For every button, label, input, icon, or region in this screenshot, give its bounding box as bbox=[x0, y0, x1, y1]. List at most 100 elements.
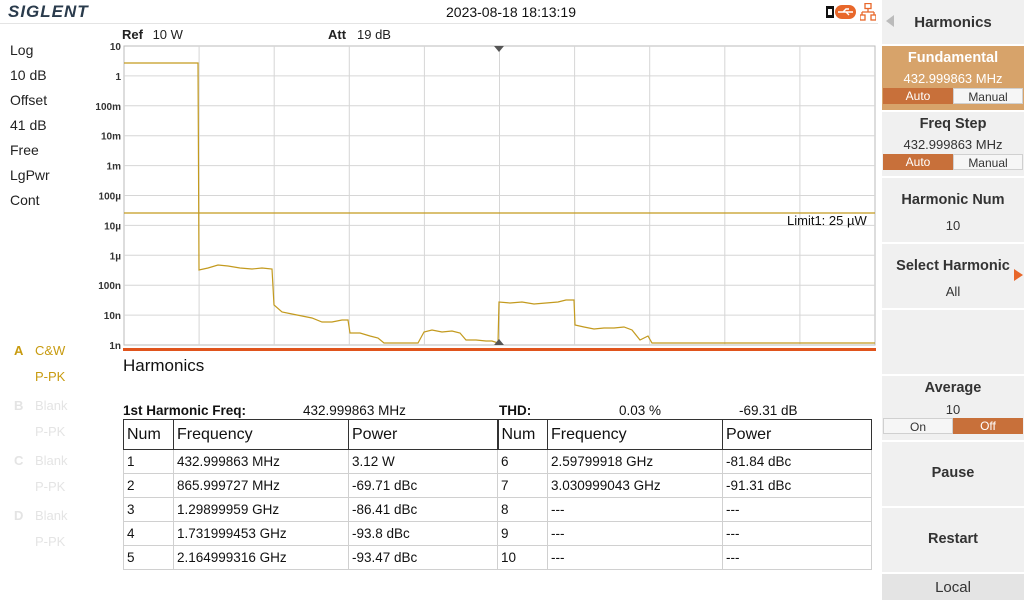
trace-c[interactable]: C Blank P-PK bbox=[0, 453, 110, 503]
harmonic-num: 5 bbox=[123, 545, 174, 570]
harmonic-freq: 432.999863 MHz bbox=[173, 449, 349, 474]
fundamental-manual[interactable]: Manual bbox=[953, 88, 1023, 104]
softkey-menu: Harmonics Fundamental 432.999863 MHz Aut… bbox=[882, 0, 1024, 600]
trace-letter: C bbox=[14, 453, 24, 468]
table-row: 4 1.731999453 GHz -93.8 dBc 9 --- --- bbox=[123, 521, 872, 546]
column-header: Power bbox=[722, 419, 872, 450]
harmonic-power: -91.31 dBc bbox=[722, 473, 872, 498]
y-axis-ticks: 10 1 100m 10m 1m 100µ 10µ 1µ 100n 10n 1n bbox=[95, 42, 121, 352]
average-toggle[interactable]: On Off bbox=[883, 418, 1023, 434]
average-title: Average bbox=[924, 380, 982, 396]
center-marker-top-icon bbox=[494, 46, 504, 52]
select-harmonic-key[interactable]: Select Harmonic All bbox=[882, 244, 1024, 310]
harmonic-num-key[interactable]: Harmonic Num 10 bbox=[882, 178, 1024, 244]
average-off[interactable]: Off bbox=[953, 418, 1023, 434]
harmonic-power: -81.84 dBc bbox=[722, 449, 872, 474]
freq-step-auto[interactable]: Auto bbox=[883, 154, 953, 170]
harmonic-num: 9 bbox=[497, 521, 548, 546]
trace-b[interactable]: B Blank P-PK bbox=[0, 398, 110, 448]
harmonic-num: 10 bbox=[497, 545, 548, 570]
y-tick-label: 100m bbox=[95, 102, 121, 113]
trace-mode: Blank bbox=[35, 398, 68, 413]
harmonic-freq: 1.731999453 GHz bbox=[173, 521, 349, 546]
analyzer-screen: SIGLENT 2023-08-18 18:13:19 Log 10 dB Of… bbox=[0, 0, 1024, 600]
local-key[interactable]: Local bbox=[882, 574, 1024, 600]
restart-key[interactable]: Restart bbox=[882, 508, 1024, 574]
y-tick-label: 1m bbox=[107, 162, 122, 173]
column-header: Num bbox=[123, 419, 174, 450]
average-on[interactable]: On bbox=[883, 418, 953, 434]
harmonic-num: 1 bbox=[123, 449, 174, 474]
harmonic-power: --- bbox=[722, 545, 872, 570]
trace-detector: P-PK bbox=[35, 424, 66, 439]
harmonic-freq: --- bbox=[547, 521, 723, 546]
y-tick-label: 10n bbox=[104, 311, 121, 322]
menu-title: Harmonics bbox=[914, 14, 992, 31]
harmonic-num: 2 bbox=[123, 473, 174, 498]
local-label: Local bbox=[935, 579, 971, 596]
fundamental-value: 432.999863 MHz bbox=[903, 71, 1003, 86]
trace-letter: D bbox=[14, 508, 24, 523]
harmonic-freq: --- bbox=[547, 497, 723, 522]
harmonics-table: Num Frequency Power Num Frequency Power … bbox=[123, 419, 872, 570]
harmonic-num: 8 bbox=[497, 497, 548, 522]
table-header-row: Num Frequency Power Num Frequency Power bbox=[123, 419, 872, 450]
fundamental-toggle[interactable]: Auto Manual bbox=[883, 88, 1023, 104]
y-tick-label: 10µ bbox=[104, 221, 121, 232]
trace-mode: Blank bbox=[35, 508, 68, 523]
table-row: 2 865.999727 MHz -69.71 dBc 7 3.03099904… bbox=[123, 473, 872, 498]
accent-divider bbox=[123, 348, 876, 351]
plot-grid bbox=[123, 45, 876, 346]
freq-step-title: Freq Step bbox=[919, 116, 987, 132]
harmonic-num-title: Harmonic Num bbox=[901, 192, 1005, 208]
harmonic-freq: 1.29899959 GHz bbox=[173, 497, 349, 522]
average-value: 10 bbox=[945, 402, 961, 417]
freq-step-value: 432.999863 MHz bbox=[903, 137, 1003, 152]
harmonic-num: 6 bbox=[497, 449, 548, 474]
table-row: 1 432.999863 MHz 3.12 W 6 2.59799918 GHz… bbox=[123, 449, 872, 474]
y-tick-label: 10m bbox=[101, 132, 121, 143]
freq-step-toggle[interactable]: Auto Manual bbox=[883, 154, 1023, 170]
column-header: Frequency bbox=[173, 419, 349, 450]
harmonic-freq: --- bbox=[547, 545, 723, 570]
select-harmonic-title: Select Harmonic bbox=[896, 258, 1010, 274]
harmonic-power: --- bbox=[722, 521, 872, 546]
empty-key bbox=[882, 310, 1024, 376]
harmonics-summary: 1st Harmonic Freq: 432.999863 MHz THD: 0… bbox=[123, 403, 873, 419]
fundamental-title: Fundamental bbox=[907, 50, 999, 66]
pause-key[interactable]: Pause bbox=[882, 442, 1024, 508]
thd-label: THD: bbox=[499, 403, 532, 418]
table-row: 5 2.164999316 GHz -93.47 dBc 10 --- --- bbox=[123, 545, 872, 570]
y-tick-label: 1µ bbox=[110, 251, 122, 262]
average-key[interactable]: Average 10 On Off bbox=[882, 376, 1024, 442]
column-header: Num bbox=[496, 419, 548, 450]
freq-step-key[interactable]: Freq Step 432.999863 MHz Auto Manual bbox=[882, 112, 1024, 178]
fundamental-auto[interactable]: Auto bbox=[883, 88, 953, 104]
restart-label: Restart bbox=[928, 531, 978, 547]
harmonic-power: -93.8 dBc bbox=[348, 521, 498, 546]
harmonic-power: 3.12 W bbox=[348, 449, 498, 474]
trace-detector: P-PK bbox=[35, 369, 66, 384]
trace-letter: B bbox=[14, 398, 24, 413]
fundamental-freq-value: 432.999863 MHz bbox=[303, 403, 406, 418]
freq-step-manual[interactable]: Manual bbox=[953, 154, 1023, 170]
harmonic-power: -86.41 dBc bbox=[348, 497, 498, 522]
harmonic-power: -93.47 dBc bbox=[348, 545, 498, 570]
trace-d[interactable]: D Blank P-PK bbox=[0, 508, 110, 558]
harmonic-freq: 2.59799918 GHz bbox=[547, 449, 723, 474]
fundamental-key[interactable]: Fundamental 432.999863 MHz Auto Manual bbox=[882, 46, 1024, 112]
select-harmonic-value: All bbox=[945, 284, 961, 299]
thd-db: -69.31 dB bbox=[739, 403, 798, 418]
spectrum-plot[interactable]: 10 1 100m 10m 1m 100µ 10µ 1µ 100n 10n 1n Limit1: 2… bbox=[0, 0, 880, 352]
harmonic-num: 4 bbox=[123, 521, 174, 546]
submenu-arrow-icon bbox=[1014, 269, 1023, 281]
menu-header[interactable]: Harmonics bbox=[882, 0, 1024, 46]
harmonic-freq: 2.164999316 GHz bbox=[173, 545, 349, 570]
pause-label: Pause bbox=[931, 465, 975, 481]
harmonic-power: -69.71 dBc bbox=[348, 473, 498, 498]
harmonic-freq: 3.030999043 GHz bbox=[547, 473, 723, 498]
harmonic-num-value: 10 bbox=[945, 218, 961, 233]
table-row: 3 1.29899959 GHz -86.41 dBc 8 --- --- bbox=[123, 497, 872, 522]
y-tick-label: 10 bbox=[110, 42, 122, 53]
trace-mode: Blank bbox=[35, 453, 68, 468]
